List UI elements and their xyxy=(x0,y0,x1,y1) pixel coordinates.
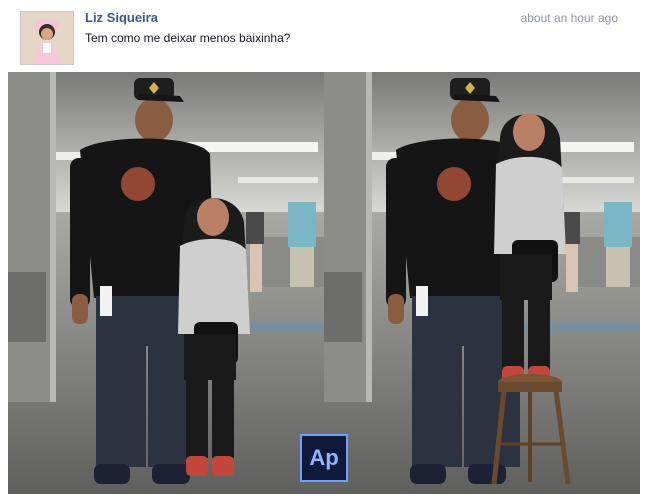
ap-logo-icon: Ap xyxy=(300,434,348,482)
avatar[interactable] xyxy=(20,11,74,65)
photo-edited-panel xyxy=(324,72,640,494)
author-name[interactable]: Liz Siqueira xyxy=(85,10,158,25)
avatar-image xyxy=(21,12,73,64)
photo-original-panel xyxy=(8,72,324,494)
post-message: Tem como me deixar menos baixinha? xyxy=(85,31,291,45)
post-photo[interactable]: Ap xyxy=(8,72,640,494)
facebook-post: Liz Siqueira about an hour ago Tem como … xyxy=(0,0,648,500)
post-timestamp[interactable]: about an hour ago xyxy=(521,11,618,25)
